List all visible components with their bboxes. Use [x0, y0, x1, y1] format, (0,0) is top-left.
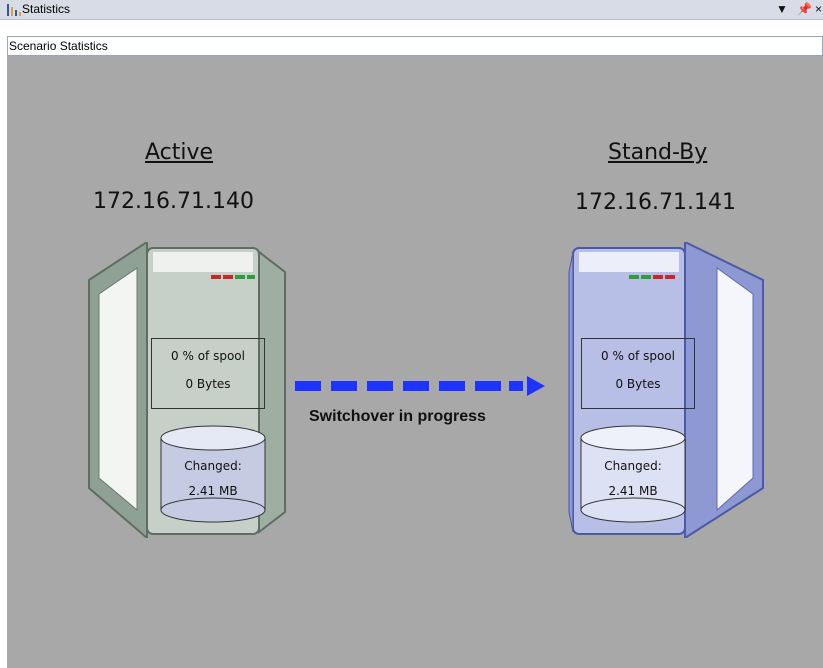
statistics-canvas: Active 172.16.71.140 0 % of spool 0 Byte…: [7, 56, 823, 668]
standby-spool-bytes: 0 Bytes: [615, 377, 661, 391]
switchover-arrow-icon: [295, 376, 545, 396]
standby-changed-value: 2.41 MB: [608, 484, 658, 498]
scenario-statistics-bar: Scenario Statistics: [7, 36, 823, 56]
active-spool-box: 0 % of spool 0 Bytes: [151, 338, 265, 409]
window-title: Statistics: [22, 2, 71, 16]
active-spool-bytes: 0 Bytes: [185, 377, 231, 391]
standby-changed-label: Changed:: [604, 459, 662, 473]
dropdown-arrow-icon[interactable]: ▼: [776, 2, 788, 16]
active-ip-label: 172.16.71.140: [93, 189, 254, 214]
standby-spool-box: 0 % of spool 0 Bytes: [581, 338, 695, 409]
scenario-statistics-label: Scenario Statistics: [9, 39, 108, 53]
window-titlebar: Statistics ▼ 📌 ×: [0, 0, 823, 20]
active-changed-value: 2.41 MB: [188, 484, 238, 498]
active-role-label: Active: [145, 140, 214, 165]
statistics-chart-icon: [7, 4, 21, 16]
pin-icon[interactable]: 📌: [797, 2, 812, 16]
standby-role-label: Stand-By: [608, 140, 708, 165]
close-icon[interactable]: ×: [815, 2, 822, 16]
switchover-status: Switchover in progress: [309, 408, 486, 425]
active-changed-label: Changed:: [184, 459, 242, 473]
standby-spool-percent: 0 % of spool: [601, 349, 675, 363]
active-spool-percent: 0 % of spool: [171, 349, 245, 363]
standby-ip-label: 172.16.71.141: [575, 190, 736, 215]
